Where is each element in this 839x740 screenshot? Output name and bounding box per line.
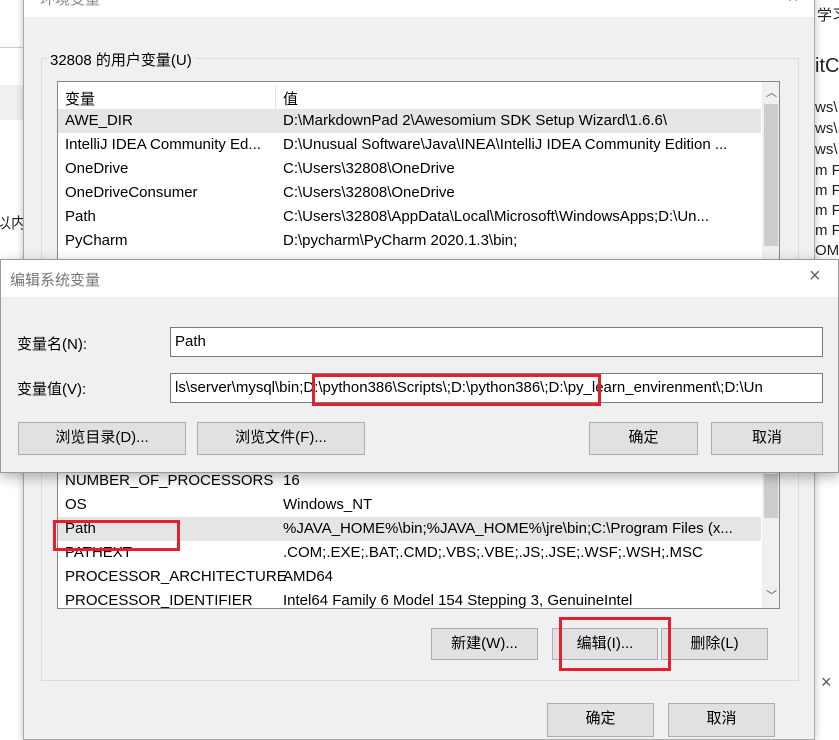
scrollbar[interactable]: ﹀ (762, 451, 779, 608)
variable-name-input[interactable]: Path (170, 327, 823, 357)
scrollbar-thumb[interactable] (764, 104, 778, 246)
var-name: PROCESSOR_ARCHITECTURE (65, 568, 287, 585)
var-name: OneDriveConsumer (65, 184, 198, 201)
var-value: AMD64 (283, 568, 334, 585)
scroll-up-icon[interactable]: ︿ (766, 84, 777, 100)
list-item[interactable]: IntelliJ IDEA Community Ed... D:\Unusual … (58, 133, 761, 157)
var-name: PyCharm (65, 232, 128, 249)
var-value: %JAVA_HOME%\bin;%JAVA_HOME%\jre\bin;C:\P… (283, 520, 733, 537)
var-value: D:\MarkdownPad 2\Awesomium SDK Setup Wiz… (283, 112, 668, 129)
highlight-box-python (312, 374, 601, 406)
variable-name-label: 变量名(N): (17, 336, 87, 353)
scrollbar-thumb[interactable] (764, 474, 778, 518)
var-value: .COM;.EXE;.BAT;.CMD;.VBS;.VBE;.JS;.JSE;.… (283, 544, 703, 561)
user-variables-label: 32808 的用户变量(U) (47, 49, 195, 70)
var-value: Intel64 Family 6 Model 154 Stepping 3, G… (283, 592, 633, 609)
var-value: Windows_NT (283, 496, 373, 513)
bg-text: m F (815, 182, 839, 199)
list-item[interactable]: Path C:\Users\32808\AppData\Local\Microso… (58, 205, 761, 229)
bg-text: m F (815, 202, 839, 219)
bg-text: itC (815, 55, 839, 77)
list-item[interactable]: AWE_DIR D:\MarkdownPad 2\Awesomium SDK Se… (58, 109, 761, 133)
list-item[interactable]: PROCESSOR_IDENTIFIER Intel64 Family 6 Mod… (58, 589, 761, 609)
var-value: 16 (283, 472, 300, 489)
scroll-down-icon[interactable]: ﹀ (766, 587, 777, 603)
var-value: C:\Users\32808\OneDrive (283, 184, 455, 201)
cancel-button[interactable]: 取消 (711, 422, 823, 455)
list-item[interactable]: PROCESSOR_ARCHITECTURE AMD64 (58, 565, 761, 589)
scrollbar[interactable]: ︿ (762, 82, 779, 280)
column-header-variable[interactable]: 变量 (65, 88, 95, 109)
user-variables-list[interactable]: 变量 值 AWE_DIR D:\MarkdownPad 2\Awesomium S… (57, 81, 780, 281)
bg-text: ws\ (815, 120, 838, 137)
value-text: ls\server\mysql\bin; (175, 379, 304, 396)
cancel-button[interactable]: 取消 (668, 703, 775, 737)
list-item[interactable]: OneDriveConsumer C:\Users\32808\OneDrive (58, 181, 761, 205)
close-icon[interactable]: × (809, 265, 821, 288)
window-title: 环境变量 (40, 0, 100, 9)
variable-value-label: 变量值(V): (17, 381, 87, 398)
column-header-value[interactable]: 值 (283, 88, 298, 109)
bg-text: ws\ (815, 141, 838, 158)
bg-text: 学习 (817, 7, 839, 24)
edit-system-variable-dialog: 编辑系统变量 × 变量名(N): Path 变量值(V): ls\server\… (0, 259, 839, 473)
bg-text: m F (815, 162, 839, 179)
var-value: D:\Unusual Software\Java\INEA\IntelliJ I… (283, 136, 728, 153)
var-name: Path (65, 208, 96, 225)
var-name: OS (65, 496, 87, 513)
list-item[interactable]: PyCharm D:\pycharm\PyCharm 2020.1.3\bin; (58, 229, 761, 253)
close-icon[interactable]: × (788, 0, 799, 8)
var-name: NUMBER_OF_PROCESSORS (65, 472, 274, 489)
browse-directory-button[interactable]: 浏览目录(D)... (18, 422, 186, 455)
highlight-box-edit (559, 617, 671, 671)
bg-text: m F (815, 222, 839, 239)
var-name: IntelliJ IDEA Community Ed... (65, 136, 261, 153)
delete-button[interactable]: 删除(L) (661, 628, 768, 660)
bg-text: OM (815, 242, 839, 259)
var-value: D:\pycharm\PyCharm 2020.1.3\bin; (283, 232, 518, 249)
highlight-box-path (53, 520, 180, 551)
var-name: PROCESSOR_IDENTIFIER (65, 592, 253, 609)
list-item[interactable]: OS Windows_NT (58, 493, 761, 517)
list-item[interactable]: OneDrive C:\Users\32808\OneDrive (58, 157, 761, 181)
var-value: C:\Users\32808\AppData\Local\Microsoft\W… (283, 208, 710, 225)
var-value: C:\Users\32808\OneDrive (283, 160, 455, 177)
ok-button[interactable]: 确定 (547, 703, 654, 737)
title-bar: 环境变量 × (24, 0, 814, 17)
var-name: AWE_DIR (65, 112, 133, 129)
close-icon[interactable]: × (821, 672, 832, 693)
dialog-title: 编辑系统变量 (10, 272, 101, 289)
ok-button[interactable]: 确定 (589, 422, 698, 455)
list-header: 变量 值 (58, 85, 761, 109)
bg-text: ws\ (815, 99, 838, 116)
var-name: OneDrive (65, 160, 129, 177)
browse-file-button[interactable]: 浏览文件(F)... (197, 422, 365, 455)
new-button[interactable]: 新建(W)... (431, 628, 538, 660)
dialog-title-bar: 编辑系统变量 × (1, 260, 838, 297)
